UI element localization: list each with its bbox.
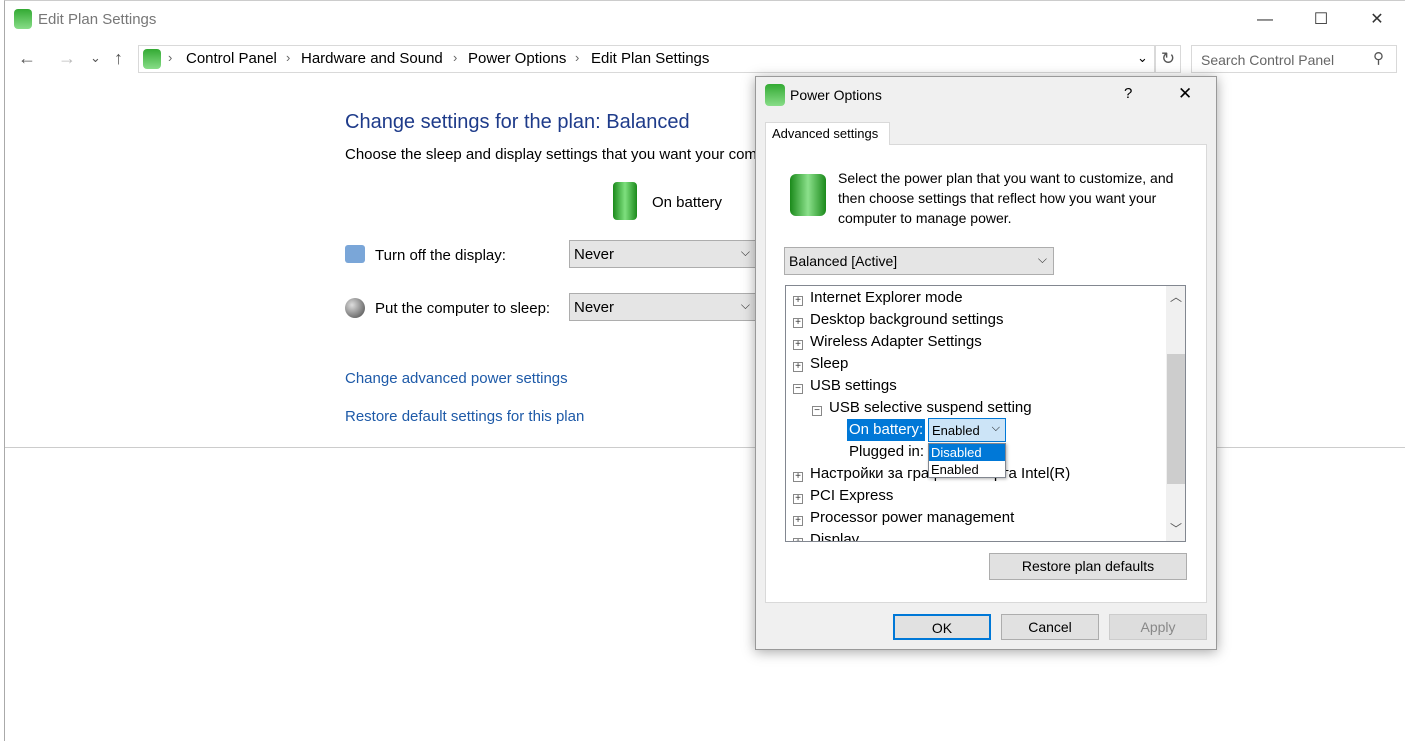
collapse-icon[interactable]: − <box>812 406 822 416</box>
expand-icon[interactable]: + <box>793 296 803 306</box>
scrollbar-thumb[interactable] <box>1167 354 1185 484</box>
breadcrumb-edit-plan-settings[interactable]: Edit Plan Settings <box>591 50 709 67</box>
window-title: Edit Plan Settings <box>38 11 157 28</box>
dialog-title: Power Options <box>790 87 882 103</box>
expand-icon[interactable]: + <box>793 538 803 541</box>
power-plan-value: Balanced [Active] <box>789 253 898 269</box>
scrollbar[interactable]: ︿ ﹀ <box>1166 286 1185 541</box>
page-title: Change settings for the plan: Balanced <box>345 111 690 133</box>
cancel-button[interactable]: Cancel <box>1001 614 1099 640</box>
tree-item-usb-selective-suspend[interactable]: − USB selective suspend setting <box>812 397 1032 419</box>
tree-item-on-battery[interactable]: On battery: <box>847 419 926 441</box>
forward-icon[interactable]: → <box>58 48 76 69</box>
tree-label: USB settings <box>810 377 897 394</box>
back-icon[interactable]: ← <box>18 48 36 69</box>
maximize-button[interactable]: ☐ <box>1298 6 1344 34</box>
expand-icon[interactable]: + <box>793 516 803 526</box>
tree-label: Processor power management <box>810 509 1015 526</box>
battery-icon <box>613 182 637 220</box>
chevron-right-icon: › <box>575 50 580 65</box>
tree-label: PCI Express <box>810 487 894 504</box>
collapse-icon[interactable]: − <box>793 384 803 394</box>
close-button[interactable]: ✕ <box>1354 6 1400 34</box>
change-advanced-power-settings-link[interactable]: Change advanced power settings <box>345 370 568 387</box>
sleep-label: Put the computer to sleep: <box>375 300 551 317</box>
tree-item-processor-power[interactable]: + Processor power management <box>793 507 1014 529</box>
search-icon[interactable]: ⚲ <box>1373 49 1384 67</box>
tree-item-internet-explorer-mode[interactable]: + Internet Explorer mode <box>793 287 963 309</box>
scroll-up-icon[interactable]: ︿ <box>1170 288 1182 305</box>
on-battery-select[interactable]: Enabled ⌵ <box>928 418 1006 442</box>
up-icon[interactable]: ↑ <box>114 48 123 69</box>
power-plan-icon <box>790 174 826 216</box>
power-options-icon <box>14 9 32 29</box>
chevron-down-icon: ⌵ <box>991 422 1000 434</box>
apply-button[interactable]: Apply <box>1109 614 1207 640</box>
scroll-down-icon[interactable]: ﹀ <box>1170 520 1182 537</box>
on-battery-dropdown: Disabled Enabled <box>928 443 1006 478</box>
display-icon <box>345 245 365 263</box>
sleep-icon <box>345 298 365 318</box>
settings-tree[interactable]: + Internet Explorer mode + Desktop backgro… <box>785 285 1186 542</box>
tree-item-usb-settings[interactable]: − USB settings <box>793 375 897 397</box>
search-input[interactable]: Search Control Panel <box>1191 45 1397 73</box>
chevron-right-icon: › <box>168 50 173 65</box>
tree-item-plugged-in[interactable]: Plugged in: <box>849 441 924 463</box>
expand-icon[interactable]: + <box>793 340 803 350</box>
tree-item-display[interactable]: + Display <box>793 529 860 542</box>
tree-label: USB selective suspend setting <box>829 399 1032 416</box>
chevron-right-icon: › <box>453 50 458 65</box>
option-enabled[interactable]: Enabled <box>929 461 1005 478</box>
tree-label: Wireless Adapter Settings <box>810 333 982 350</box>
breadcrumb-control-panel[interactable]: Control Panel <box>186 50 277 67</box>
tree-item-desktop-background[interactable]: + Desktop background settings <box>793 309 1003 331</box>
tree-label: Desktop background settings <box>810 311 1004 328</box>
address-dropdown-icon[interactable]: ⌄ <box>1137 50 1148 66</box>
tree-item-pci-express[interactable]: + PCI Express <box>793 485 893 507</box>
restore-default-settings-link[interactable]: Restore default settings for this plan <box>345 408 584 425</box>
tab-advanced-settings[interactable]: Advanced settings <box>765 122 890 145</box>
dialog-close-button[interactable]: ✕ <box>1178 84 1192 104</box>
display-label: Turn off the display: <box>375 247 506 264</box>
expand-icon[interactable]: + <box>793 318 803 328</box>
chevron-down-icon: ⌵ <box>740 245 750 259</box>
restore-plan-defaults-button[interactable]: Restore plan defaults <box>989 553 1187 580</box>
control-panel-icon <box>143 49 161 69</box>
on-battery-value: Enabled <box>932 423 980 438</box>
tree-label: Sleep <box>810 355 849 372</box>
expand-icon[interactable]: + <box>793 494 803 504</box>
power-plan-select[interactable]: Balanced [Active] ⌵ <box>784 247 1054 275</box>
breadcrumb-power-options[interactable]: Power Options <box>468 50 566 67</box>
ok-button[interactable]: OK <box>893 614 991 640</box>
chevron-right-icon: › <box>286 50 291 65</box>
tree-item-wireless-adapter[interactable]: + Wireless Adapter Settings <box>793 331 982 353</box>
help-button[interactable]: ? <box>1124 85 1132 102</box>
tree-label: Internet Explorer mode <box>810 289 963 306</box>
on-battery-header: On battery <box>652 194 723 211</box>
recent-locations-icon[interactable]: ⌄ <box>90 50 101 66</box>
chevron-down-icon: ⌵ <box>1037 252 1047 266</box>
tree-label: Display <box>810 531 860 542</box>
sleep-timeout-select[interactable]: Never ⌵ <box>569 293 757 321</box>
expand-icon[interactable]: + <box>793 472 803 482</box>
expand-icon[interactable]: + <box>793 362 803 372</box>
minimize-button[interactable]: — <box>1242 6 1288 34</box>
sleep-timeout-value: Never <box>574 299 615 316</box>
tree-item-sleep[interactable]: + Sleep <box>793 353 848 375</box>
option-disabled[interactable]: Disabled <box>929 444 1005 461</box>
dialog-description: Select the power plan that you want to c… <box>838 170 1174 226</box>
chevron-down-icon: ⌵ <box>740 298 750 312</box>
refresh-button[interactable]: ↻ <box>1155 45 1181 73</box>
breadcrumb-hardware-and-sound[interactable]: Hardware and Sound <box>301 50 443 67</box>
display-timeout-select[interactable]: Never ⌵ <box>569 240 757 268</box>
display-timeout-value: Never <box>574 246 615 263</box>
power-options-icon <box>765 84 785 106</box>
